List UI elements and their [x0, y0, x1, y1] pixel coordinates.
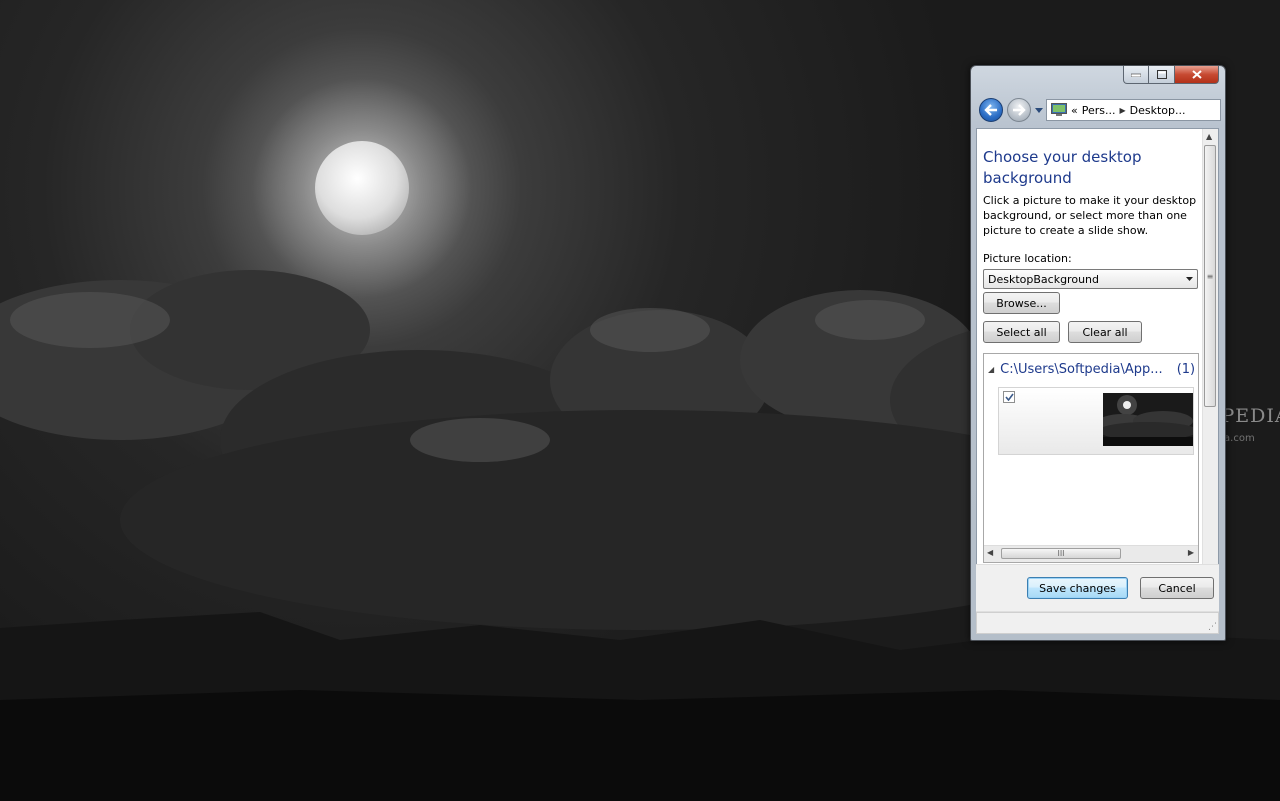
back-button[interactable]: [979, 98, 1003, 122]
browse-button[interactable]: Browse...: [983, 292, 1060, 314]
picture-list: ◢ C:\Users\Softpedia\App... (1) ◀ III ▶: [983, 353, 1199, 563]
forward-button[interactable]: [1007, 98, 1031, 122]
horizontal-scrollbar[interactable]: ◀ III ▶: [984, 545, 1198, 562]
address-bar[interactable]: « Pers... ▶ Desktop...: [1046, 99, 1221, 121]
dialog-footer: Save changes Cancel: [976, 564, 1219, 612]
close-button[interactable]: [1175, 66, 1219, 84]
scroll-left-icon[interactable]: ◀: [987, 548, 993, 557]
navigation-bar: « Pers... ▶ Desktop...: [979, 97, 1221, 123]
thumbnail-image: [1103, 393, 1193, 446]
page-description: Click a picture to make it your desktop …: [983, 194, 1197, 237]
maximize-icon: [1156, 70, 1167, 79]
item-checkbox[interactable]: [1003, 391, 1015, 403]
address-separator-icon[interactable]: ▶: [1120, 106, 1126, 115]
cancel-button[interactable]: Cancel: [1140, 577, 1214, 599]
forward-arrow-icon: [1013, 104, 1026, 116]
maximize-button[interactable]: [1149, 66, 1175, 84]
minimize-button[interactable]: [1123, 66, 1149, 84]
status-bar: ⋰: [976, 612, 1219, 634]
moon: [315, 141, 409, 235]
resize-grip-icon[interactable]: ⋰: [1208, 622, 1217, 632]
minimize-icon: [1131, 73, 1141, 77]
collapse-triangle-icon[interactable]: ◢: [988, 365, 994, 374]
vertical-scroll-thumb[interactable]: ≡: [1204, 145, 1216, 407]
select-all-button[interactable]: Select all: [983, 321, 1060, 343]
vertical-scrollbar[interactable]: ▲ ≡ ▼: [1202, 129, 1218, 607]
address-overflow[interactable]: «: [1071, 104, 1078, 117]
back-arrow-icon: [984, 104, 997, 116]
recent-pages-dropdown[interactable]: [1035, 105, 1043, 115]
address-segment-personalization[interactable]: Pers...: [1082, 104, 1116, 117]
group-path: C:\Users\Softpedia\App...: [1000, 362, 1163, 377]
scroll-up-icon[interactable]: ▲: [1206, 132, 1212, 141]
group-count: (1): [1176, 362, 1196, 377]
close-icon: [1191, 70, 1202, 79]
caption-buttons: [1123, 66, 1219, 84]
clear-all-button[interactable]: Clear all: [1068, 321, 1142, 343]
scroll-right-icon[interactable]: ▶: [1188, 548, 1194, 557]
horizontal-scroll-thumb[interactable]: III: [1001, 548, 1121, 559]
picture-location-label: Picture location:: [983, 252, 1072, 265]
picture-location-select[interactable]: DesktopBackground: [983, 269, 1198, 289]
checkmark-icon: [1004, 393, 1014, 401]
dropdown-arrow-icon: [1035, 107, 1043, 113]
content-pane: Choose your desktop background Click a p…: [976, 128, 1219, 608]
wallpaper-thumbnail[interactable]: [1103, 393, 1193, 446]
list-item[interactable]: [998, 387, 1194, 455]
personalization-icon: [1051, 103, 1067, 116]
chevron-down-icon: [1186, 277, 1193, 281]
picture-location-value: DesktopBackground: [988, 272, 1099, 286]
group-header[interactable]: ◢ C:\Users\Softpedia\App... (1): [988, 362, 1195, 377]
address-segment-desktop[interactable]: Desktop...: [1130, 104, 1186, 117]
save-changes-button[interactable]: Save changes: [1027, 577, 1128, 599]
page-title: Choose your desktop background: [983, 148, 1142, 187]
personalization-window: « Pers... ▶ Desktop... Choose your deskt…: [970, 65, 1226, 641]
